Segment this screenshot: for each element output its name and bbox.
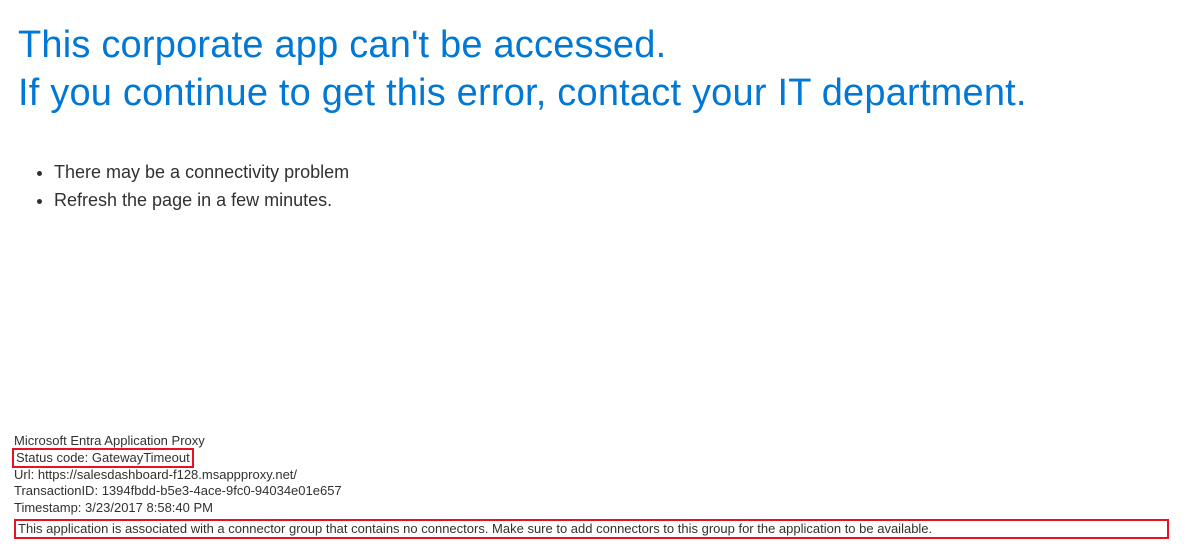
transaction-label: TransactionID: — [14, 483, 98, 498]
status-code-line: Status code: GatewayTimeout — [14, 449, 1186, 467]
connector-message-highlight: This application is associated with a co… — [14, 519, 1169, 539]
product-name: Microsoft Entra Application Proxy — [14, 433, 1186, 449]
heading-line-1: This corporate app can't be accessed. — [18, 22, 1182, 70]
suggestion-item: Refresh the page in a few minutes. — [54, 187, 1200, 215]
status-code-highlight: Status code: GatewayTimeout — [12, 448, 194, 468]
timestamp-value: 3/23/2017 8:58:40 PM — [85, 500, 213, 515]
url-line: Url: https://salesdashboard-f128.msapppr… — [14, 467, 1186, 483]
status-code-label: Status code: — [16, 450, 88, 465]
transaction-value: 1394fbdd-b5e3-4ace-9fc0-94034e01e657 — [102, 483, 342, 498]
status-code-value: GatewayTimeout — [92, 450, 190, 465]
url-value: https://salesdashboard-f128.msappproxy.n… — [38, 467, 297, 482]
error-footer: Microsoft Entra Application Proxy Status… — [14, 433, 1186, 539]
transaction-line: TransactionID: 1394fbdd-b5e3-4ace-9fc0-9… — [14, 483, 1186, 499]
timestamp-line: Timestamp: 3/23/2017 8:58:40 PM — [14, 500, 1186, 516]
suggestion-item: There may be a connectivity problem — [54, 159, 1200, 187]
url-label: Url: — [14, 467, 34, 482]
heading-line-2: If you continue to get this error, conta… — [18, 70, 1182, 118]
timestamp-label: Timestamp: — [14, 500, 81, 515]
connector-message: This application is associated with a co… — [18, 521, 932, 536]
suggestion-list: There may be a connectivity problem Refr… — [0, 159, 1200, 215]
error-heading: This corporate app can't be accessed. If… — [0, 0, 1200, 117]
